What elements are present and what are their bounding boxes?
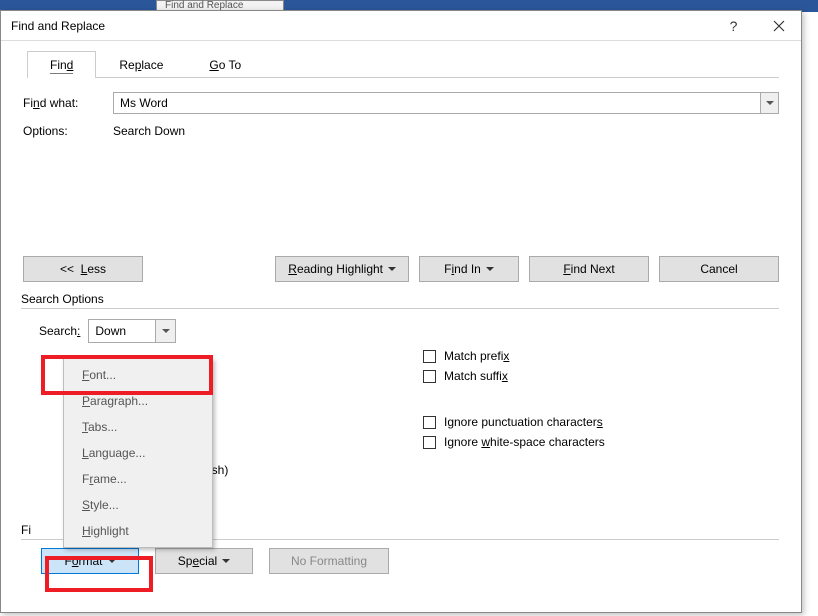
menu-item-paragraph[interactable]: Paragraph... [64,388,212,414]
help-button[interactable]: ? [711,11,756,41]
less-button[interactable]: << Less [23,256,143,282]
find-next-button[interactable]: Find Next [529,256,649,282]
menu-item-frame[interactable]: Frame... [64,466,212,492]
menu-item-tabs[interactable]: Tabs... [64,414,212,440]
format-menu: Font... Paragraph... Tabs... Language...… [63,358,213,548]
checkbox-icon [423,436,436,449]
search-direction-dropdown[interactable] [155,320,175,342]
chevron-down-icon [766,101,774,105]
reading-highlight-button[interactable]: Reading Highlight [275,256,409,282]
find-what-label: Find what: [23,96,113,110]
options-value: Search Down [113,124,185,138]
match-prefix-check[interactable]: Match prefix [423,349,779,363]
checkbox-icon [423,370,436,383]
background-dialog-tab: Find and Replace [156,0,284,10]
checkbox-icon [423,350,436,363]
find-what-combo[interactable] [113,92,779,114]
chevron-down-icon [162,329,170,333]
checkbox-icon [423,416,436,429]
find-what-input[interactable] [114,93,760,113]
chevron-down-icon [388,267,396,271]
find-in-button[interactable]: Find In [419,256,519,282]
format-button[interactable]: Format [41,548,139,574]
tab-goto[interactable]: Go To [186,51,264,78]
menu-item-style[interactable]: Style... [64,492,212,518]
no-formatting-button[interactable]: No Formatting [269,548,389,574]
ignore-punct-check[interactable]: Ignore punctuation characters [423,415,779,429]
dialog-title: Find and Replace [11,19,711,33]
chevron-down-icon [486,267,494,271]
chevron-down-icon [108,559,116,563]
tab-strip: Find Replace Go To [27,51,779,78]
menu-item-font[interactable]: Font... [64,362,212,388]
options-label: Options: [23,124,113,138]
search-direction-value: Down [89,324,155,338]
search-direction-label: Search: [39,324,80,338]
special-button[interactable]: Special [155,548,253,574]
match-suffix-check[interactable]: Match suffix [423,369,779,383]
ignore-whitespace-check[interactable]: Ignore white-space characters [423,435,779,449]
truncated-option-text: ish) [209,463,423,477]
titlebar: Find and Replace ? [1,11,801,41]
find-replace-dialog: Find and Replace ? Find Replace Go To Fi… [0,10,802,613]
close-button[interactable] [756,11,801,41]
search-options-title: Search Options [21,292,779,309]
search-direction-combo[interactable]: Down [88,319,176,343]
chevron-down-icon [222,559,230,563]
menu-item-highlight[interactable]: Highlight [64,518,212,544]
tab-replace[interactable]: Replace [96,51,186,78]
tab-find[interactable]: Find [27,51,96,78]
find-what-dropdown[interactable] [760,93,778,113]
cancel-button[interactable]: Cancel [659,256,779,282]
menu-item-language[interactable]: Language... [64,440,212,466]
